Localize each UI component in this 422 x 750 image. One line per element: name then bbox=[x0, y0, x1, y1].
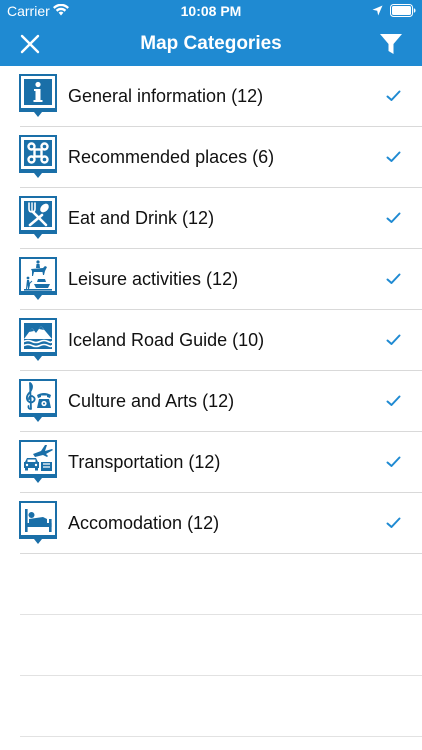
category-row-recommended-places[interactable]: Recommended places (6) bbox=[0, 127, 422, 188]
category-label: Accomodation (12) bbox=[68, 513, 220, 533]
filter-icon[interactable] bbox=[379, 32, 403, 56]
header: Carrier 10:08 PM Map Categories bbox=[0, 0, 422, 66]
row-divider bbox=[20, 736, 422, 737]
category-row-iceland-road-guide[interactable]: Iceland Road Guide (10) bbox=[0, 310, 422, 371]
category-list: General information (12) Recommended pla… bbox=[0, 66, 422, 737]
bed-icon bbox=[19, 501, 57, 544]
clock: 10:08 PM bbox=[180, 3, 242, 19]
checkmark-icon bbox=[386, 517, 401, 528]
checkmark-icon bbox=[386, 212, 401, 223]
checkmark-icon bbox=[386, 395, 401, 406]
category-label: Iceland Road Guide (10) bbox=[68, 330, 265, 350]
map-categories-screen: Carrier 10:08 PM Map Categories General … bbox=[0, 0, 422, 750]
category-label: Recommended places (6) bbox=[68, 147, 275, 167]
fork-spoon-icon bbox=[19, 196, 57, 239]
empty-row bbox=[0, 554, 422, 615]
category-row-accomodation[interactable]: Accomodation (12) bbox=[0, 493, 422, 554]
checkmark-icon bbox=[386, 90, 401, 101]
checkmark-icon bbox=[386, 151, 401, 162]
category-row-leisure-activities[interactable]: Leisure activities (12) bbox=[0, 249, 422, 310]
mountains-icon bbox=[19, 318, 57, 361]
location-arrow-icon bbox=[372, 5, 383, 16]
category-label: General information (12) bbox=[68, 86, 264, 106]
category-row-eat-and-drink[interactable]: Eat and Drink (12) bbox=[0, 188, 422, 249]
treble-clef-icon bbox=[19, 379, 57, 422]
empty-row bbox=[0, 615, 422, 676]
category-row-general-information[interactable]: General information (12) bbox=[0, 66, 422, 127]
navigation-bar: Map Categories bbox=[0, 22, 422, 66]
category-label: Eat and Drink (12) bbox=[68, 208, 215, 228]
category-label: Transportation (12) bbox=[68, 452, 221, 472]
checkmark-icon bbox=[386, 273, 401, 284]
checkmark-icon bbox=[386, 456, 401, 467]
horse-rider-icon bbox=[19, 257, 57, 300]
info-icon bbox=[19, 74, 57, 117]
category-row-transportation[interactable]: Transportation (12) bbox=[0, 432, 422, 493]
status-bar: Carrier 10:08 PM bbox=[0, 0, 422, 22]
battery-icon bbox=[390, 4, 416, 17]
empty-row bbox=[0, 676, 422, 737]
command-symbol-icon bbox=[19, 135, 57, 178]
plane-car-icon bbox=[19, 440, 57, 483]
category-label: Culture and Arts (12) bbox=[68, 391, 235, 411]
page-title: Map Categories bbox=[140, 33, 282, 54]
category-label: Leisure activities (12) bbox=[68, 269, 239, 289]
checkmark-icon bbox=[386, 334, 401, 345]
category-row-culture-and-arts[interactable]: Culture and Arts (12) bbox=[0, 371, 422, 432]
